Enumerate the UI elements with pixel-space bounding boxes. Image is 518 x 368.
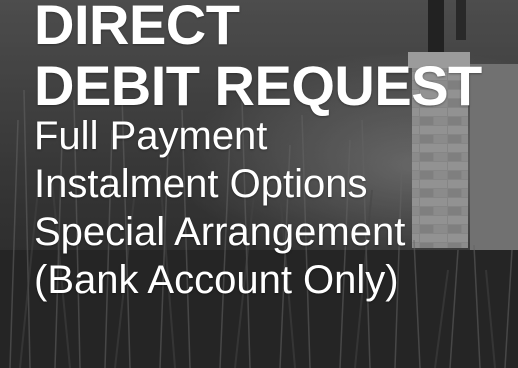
direct-debit-banner: DIRECT DEBIT REQUEST Full Payment Instal… (0, 0, 518, 368)
heading-line-1: DIRECT (34, 0, 240, 56)
option-instalment: Instalment Options (34, 162, 368, 206)
option-bank-account-only: (Bank Account Only) (34, 258, 399, 302)
heading-line-2: DEBIT REQUEST (34, 54, 482, 117)
text-block: DIRECT DEBIT REQUEST Full Payment Instal… (34, 0, 518, 304)
option-special-arrangement: Special Arrangement (34, 210, 406, 254)
option-full-payment: Full Payment (34, 114, 268, 158)
